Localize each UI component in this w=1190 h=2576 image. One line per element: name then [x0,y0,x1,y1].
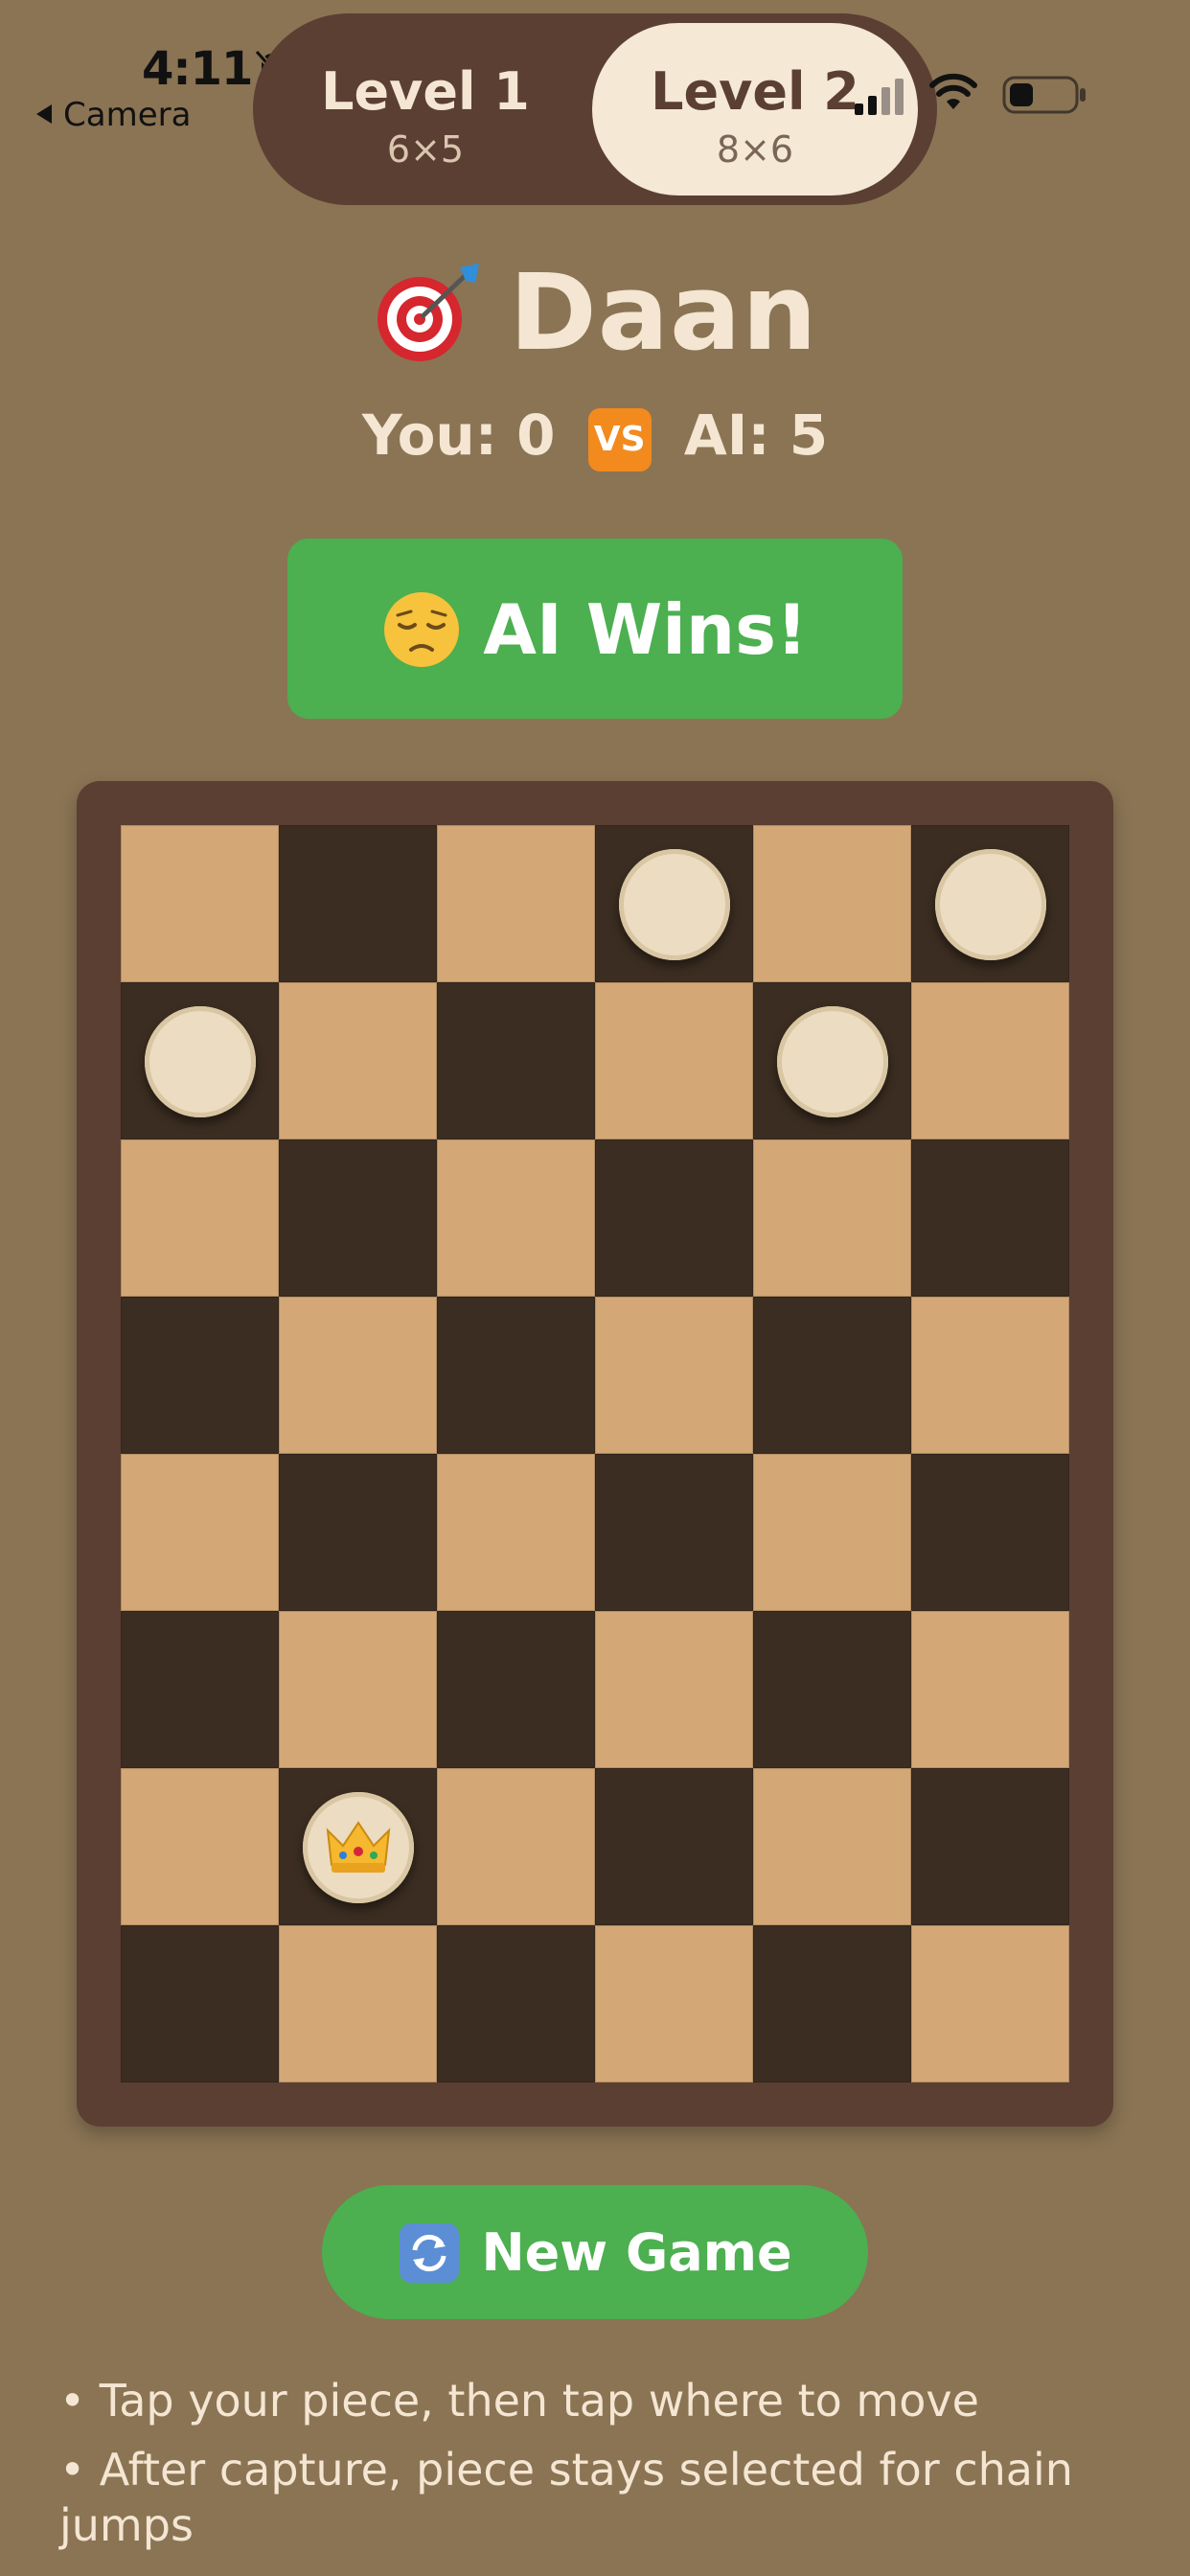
board-cell[interactable] [753,1297,911,1454]
title-row: Daan [0,251,1190,385]
instruction-tip: • Tap your piece, then tap where to move [59,2375,979,2426]
back-label: Camera [63,96,192,134]
board-cell[interactable] [121,1139,279,1297]
level-name: Level 1 [321,61,530,122]
vs-badge: VS [587,408,652,472]
level-1-tab[interactable]: Level 1 6×5 [263,23,588,196]
board-cell[interactable] [595,982,753,1139]
board-cell[interactable] [911,1297,1069,1454]
target-dart-icon [378,264,480,361]
score-ai: AI: 5 [683,402,829,468]
board-cell[interactable] [595,1925,753,2082]
board-cell[interactable] [437,982,595,1139]
instructions: • Tap your piece, then tap where to move… [59,2373,1142,2566]
board-cell[interactable] [911,1611,1069,1768]
board-cell[interactable] [437,1454,595,1611]
checker-piece[interactable] [777,1006,888,1117]
board-cell[interactable] [437,825,595,982]
result-banner: AI Wins! [287,539,903,719]
board-cell[interactable] [753,1139,911,1297]
board-cell[interactable] [595,1768,753,1925]
board-frame [77,781,1113,2127]
board-cell[interactable] [279,1611,437,1768]
level-size: 8×6 [716,128,794,171]
refresh-icon [400,2222,460,2283]
sad-face-icon [384,591,460,667]
board-cell[interactable] [753,1454,911,1611]
board-cell[interactable] [911,1454,1069,1611]
board-cell[interactable] [753,982,911,1139]
board-cell[interactable] [121,1768,279,1925]
board-cell[interactable] [279,1925,437,2082]
board-cell[interactable] [121,982,279,1139]
board-cell[interactable] [911,1139,1069,1297]
checker-piece[interactable] [619,849,730,960]
board-cell[interactable] [911,825,1069,982]
board-cell[interactable] [595,1611,753,1768]
board-cell[interactable] [437,1768,595,1925]
checker-piece[interactable] [145,1006,256,1117]
instruction-tip: • After capture, piece stays selected fo… [59,2444,1073,2551]
board-cell[interactable] [437,1297,595,1454]
board-cell[interactable] [279,982,437,1139]
battery-icon [1002,76,1086,114]
board-cell[interactable] [279,1139,437,1297]
back-to-camera-button[interactable]: Camera [36,96,191,134]
board-cell[interactable] [595,1297,753,1454]
board-cell[interactable] [279,1454,437,1611]
board-cell[interactable] [279,1297,437,1454]
score-row: You: 0 VS AI: 5 [0,402,1190,472]
game-board [121,825,1069,2082]
board-cell[interactable] [121,825,279,982]
board-cell[interactable] [595,825,753,982]
board-cell[interactable] [437,1139,595,1297]
board-cell[interactable] [121,1297,279,1454]
app-title: Daan [509,251,818,374]
board-cell[interactable] [911,982,1069,1139]
wifi-icon [929,73,977,109]
board-cell[interactable] [911,1768,1069,1925]
board-cell[interactable] [595,1454,753,1611]
level-switcher: Level 1 6×5 Level 2 8×6 [253,13,937,205]
board-cell[interactable] [437,1925,595,2082]
level-size: 6×5 [386,128,465,171]
cellular-signal-icon [855,79,904,115]
result-text: AI Wins! [483,588,808,670]
board-cell[interactable] [911,1925,1069,2082]
board-cell[interactable] [753,825,911,982]
new-game-label: New Game [481,2221,792,2283]
board-cell[interactable] [279,1768,437,1925]
score-you: You: 0 [361,402,556,468]
back-arrow-icon [36,104,52,124]
checker-piece[interactable] [935,849,1046,960]
board-cell[interactable] [121,1611,279,1768]
board-cell[interactable] [753,1768,911,1925]
board-cell[interactable] [279,825,437,982]
status-time: 4:11 [142,42,253,96]
crown-icon [326,1821,391,1873]
board-cell[interactable] [753,1925,911,2082]
board-cell[interactable] [753,1611,911,1768]
board-cell[interactable] [121,1454,279,1611]
board-cell[interactable] [121,1925,279,2082]
king-piece[interactable] [303,1792,414,1903]
board-cell[interactable] [437,1611,595,1768]
board-cell[interactable] [595,1139,753,1297]
new-game-button[interactable]: New Game [322,2185,868,2319]
